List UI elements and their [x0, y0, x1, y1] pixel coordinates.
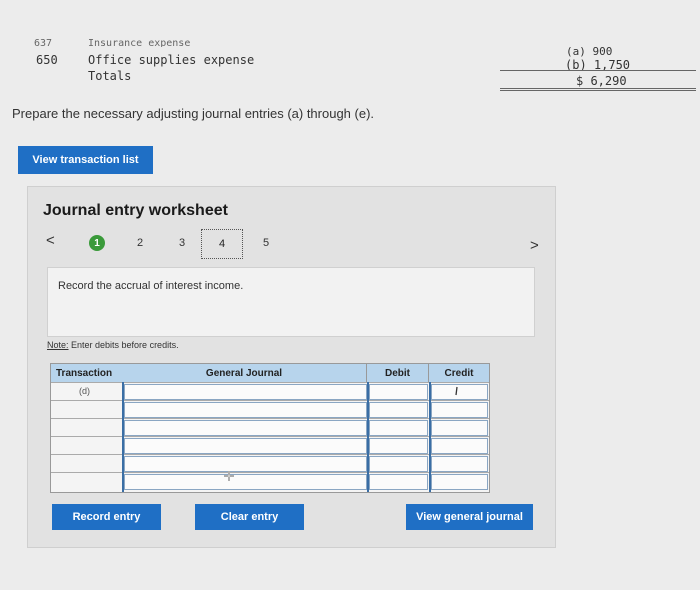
- debit-field[interactable]: [369, 402, 428, 418]
- credit-field[interactable]: [431, 420, 488, 436]
- record-entry-button[interactable]: Record entry: [52, 504, 161, 530]
- column-divider: [122, 382, 124, 492]
- page-5[interactable]: 5: [257, 237, 275, 249]
- task-description: Record the accrual of interest income.: [58, 280, 244, 292]
- debit-field[interactable]: [369, 420, 428, 436]
- account-field[interactable]: [124, 456, 367, 472]
- ledger-code-637: 637: [34, 38, 53, 47]
- ledger-code-650: 650: [36, 53, 58, 67]
- note: Note: Enter debits before credits.: [47, 340, 179, 350]
- task-box: Record the accrual of interest income.: [47, 267, 535, 337]
- page-1[interactable]: 1: [89, 235, 105, 251]
- chevron-right-icon[interactable]: >: [530, 237, 539, 254]
- text-cursor-icon: [455, 386, 458, 396]
- note-label: Note:: [47, 340, 69, 350]
- column-divider: [367, 382, 369, 492]
- ledger-total-rule: [500, 88, 696, 91]
- account-field[interactable]: [124, 384, 367, 400]
- note-text: Enter debits before credits.: [68, 340, 179, 350]
- debit-field[interactable]: [369, 474, 428, 490]
- chevron-left-icon[interactable]: <: [46, 232, 55, 249]
- col-debit-header: Debit: [367, 364, 429, 382]
- view-general-journal-button[interactable]: View general journal: [406, 504, 533, 530]
- debit-field[interactable]: [369, 456, 428, 472]
- ledger-rule: [500, 70, 696, 71]
- page-3[interactable]: 3: [173, 237, 191, 249]
- ledger-name-insurance: Insurance expense: [88, 38, 191, 47]
- ledger-value-total: $ 6,290: [576, 74, 627, 88]
- credit-field[interactable]: [431, 474, 488, 490]
- table-row: [51, 400, 489, 419]
- debit-field[interactable]: [369, 438, 428, 454]
- table-row: [51, 454, 489, 473]
- account-field[interactable]: [124, 420, 367, 436]
- journal-entry-worksheet: Journal entry worksheet < 1 2 3 4 5 > Re…: [27, 186, 556, 548]
- col-general-journal-header: General Journal: [122, 364, 367, 382]
- worksheet-title: Journal entry worksheet: [43, 202, 228, 219]
- col-credit-header: Credit: [429, 364, 489, 382]
- clear-entry-button[interactable]: Clear entry: [195, 504, 304, 530]
- col-transaction-header: Transaction: [51, 364, 126, 382]
- crosshair-cursor-icon: [224, 471, 234, 481]
- view-transaction-list-button[interactable]: View transaction list: [18, 146, 153, 174]
- table-row: [51, 418, 489, 437]
- credit-field[interactable]: [431, 402, 488, 418]
- debit-field[interactable]: [369, 384, 428, 400]
- account-field[interactable]: [124, 474, 367, 490]
- ledger-name-totals: Totals: [88, 69, 132, 83]
- ledger-value-a: (a) 900: [566, 45, 613, 58]
- journal-table: Transaction General Journal Debit Credit…: [50, 363, 490, 493]
- ledger-name-office-supplies: Office supplies expense: [88, 53, 255, 67]
- table-row: [51, 472, 489, 491]
- column-divider: [429, 382, 431, 492]
- account-field[interactable]: [124, 438, 367, 454]
- credit-field[interactable]: [431, 456, 488, 472]
- page-4[interactable]: 4: [201, 229, 243, 259]
- instructions: Prepare the necessary adjusting journal …: [12, 106, 375, 121]
- page-2[interactable]: 2: [131, 237, 149, 249]
- credit-field[interactable]: [431, 438, 488, 454]
- table-row: [51, 436, 489, 455]
- table-row: (d): [51, 382, 489, 401]
- account-field[interactable]: [124, 402, 367, 418]
